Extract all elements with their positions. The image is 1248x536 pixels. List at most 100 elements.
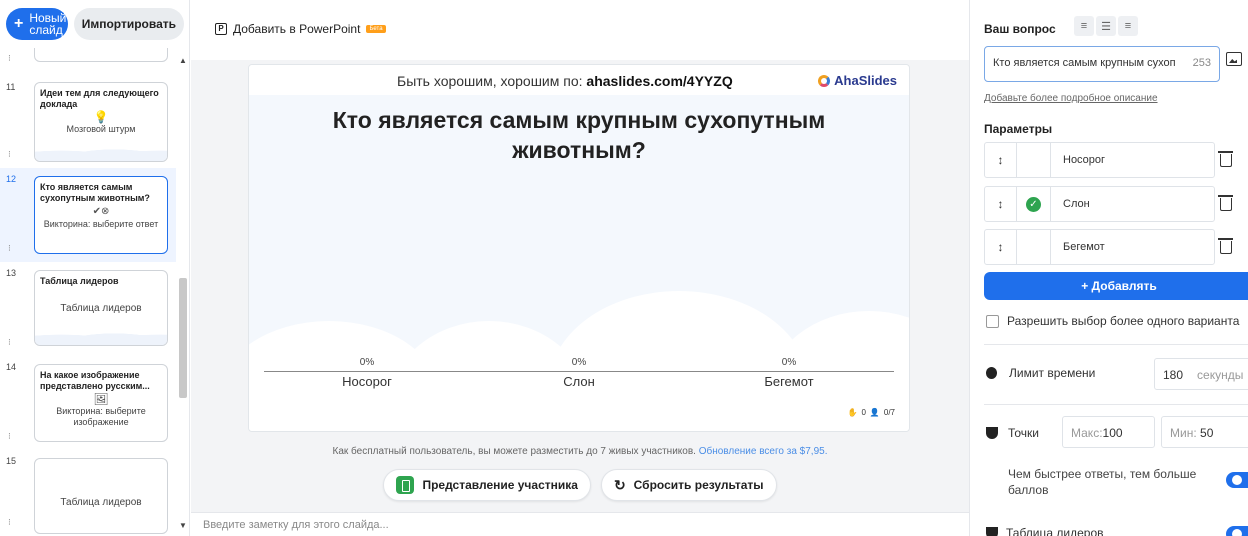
slide-thumb-13[interactable]: Таблица лидеров Таблица лидеров (34, 270, 168, 346)
max-label: Макс: (1071, 426, 1103, 440)
drag-handle-icon[interactable]: ⁝ (8, 337, 11, 348)
slide-thumb-12[interactable]: Кто является самым сухопутным животным? … (34, 176, 168, 254)
faster-answers-label: Чем быстрее ответы, тем больше баллов (1008, 467, 1197, 497)
chart-baseline (264, 371, 894, 372)
ahaslides-logo-icon (818, 74, 831, 87)
correct-toggle[interactable]: ✓ (1017, 187, 1051, 221)
drag-handle-icon[interactable]: ⁝ (8, 517, 11, 528)
bulb-icon: 💡 (93, 110, 109, 124)
parameters-heading: Параметры (984, 122, 1053, 136)
add-description-link[interactable]: Добавьте более подробное описание (984, 93, 1158, 104)
divider (984, 344, 1248, 345)
allow-multiple-option[interactable]: Разрешить выбор более одного варианта (986, 314, 1239, 328)
slide-row-13[interactable]: 13 Таблица лидеров Таблица лидеров ⁝ (0, 262, 176, 356)
add-to-powerpoint-button[interactable]: P Добавить в PowerPoint Бета (215, 22, 386, 36)
option-label: Носорог (342, 374, 392, 389)
allow-multiple-checkbox[interactable] (986, 314, 999, 328)
scroll-thumb[interactable] (179, 278, 187, 398)
time-limit-input[interactable]: 180 секунды (1154, 358, 1248, 390)
trash-icon[interactable] (1218, 238, 1233, 254)
min-value: 50 (1200, 426, 1214, 440)
ahaslides-logo: AhaSlides (818, 73, 897, 88)
join-url: ahaslides.com/4YYZQ (586, 73, 733, 89)
slide-list: ⁝ 11 Идеи тем для следующего доклада 💡 М… (0, 48, 176, 536)
add-ppt-label: Добавить в PowerPoint (233, 22, 361, 36)
drag-handle-icon[interactable]: ↕ (985, 143, 1017, 177)
your-question-label: Ваш вопрос (984, 22, 1056, 36)
trash-icon[interactable] (1218, 195, 1233, 211)
drag-handle-icon[interactable]: ⁝ (8, 53, 11, 64)
correct-toggle[interactable] (1017, 143, 1051, 177)
option-input[interactable]: Слон (1051, 187, 1214, 221)
free-user-note: Как бесплатный пользователь, вы можете р… (191, 446, 969, 457)
new-slide-button[interactable]: + Новый слайд (6, 8, 68, 40)
option-input[interactable]: Бегемот (1051, 230, 1214, 264)
slide-row-14[interactable]: 14 На какое изображение представлено рус… (0, 356, 176, 450)
slide-row-15[interactable]: 15 Таблица лидеров ⁝ (0, 450, 176, 536)
cloud-decoration (35, 143, 167, 161)
slide-preview[interactable]: Быть хорошим, хорошим по: ahaslides.com/… (248, 64, 910, 432)
slide-title: Кто является самым сухопутным животным? (40, 182, 150, 203)
reset-icon: ↻ (613, 476, 626, 493)
slide-thumb-15[interactable]: Таблица лидеров (34, 458, 168, 534)
char-count: 253 (1192, 57, 1211, 69)
slide-thumb-14[interactable]: На какое изображение представлено русски… (34, 364, 168, 442)
scroll-up-icon[interactable]: ▲ (179, 56, 187, 65)
slide-notes-input[interactable]: Введите заметку для этого слайда... (191, 512, 969, 536)
sidebar-scrollbar[interactable]: ▲ ▼ (177, 56, 187, 530)
reset-results-button[interactable]: ↻ Сбросить результаты (600, 469, 777, 501)
align-center-icon[interactable]: ☰ (1096, 16, 1116, 36)
option-percent: 0% (571, 357, 587, 368)
correct-toggle[interactable] (1017, 230, 1051, 264)
drag-handle-icon[interactable]: ⁝ (8, 149, 11, 160)
points-label: Точки (1008, 426, 1040, 440)
slide-title: Таблица лидеров (40, 276, 119, 286)
allow-multiple-label: Разрешить выбор более одного варианта (1007, 314, 1240, 328)
scroll-down-icon[interactable]: ▼ (179, 521, 187, 530)
slide-thumb-11[interactable]: Идеи тем для следующего доклада 💡 Мозгов… (34, 82, 168, 162)
upgrade-link[interactable]: Обновление всего за $7,95. (699, 446, 828, 457)
option-label: Бегемот (764, 374, 814, 389)
points-row: Точки (986, 426, 1039, 440)
trophy-icon (986, 527, 998, 536)
editor-main: P Добавить в PowerPoint Бета Быть хороши… (191, 0, 969, 536)
leaderboard-toggle[interactable] (1226, 526, 1248, 536)
option-percent: 0% (359, 357, 375, 368)
drag-handle-icon[interactable]: ⁝ (8, 431, 11, 442)
participant-view-button[interactable]: Представление участника (383, 469, 591, 501)
option-label: Слон (563, 374, 595, 389)
add-option-button[interactable]: + Добавлять (984, 272, 1248, 300)
participants-count: 0/7 (883, 408, 895, 417)
participant-view-label: Представление участника (422, 478, 578, 492)
slide-subtitle: Таблица лидеров (60, 497, 142, 508)
trash-icon[interactable] (1218, 151, 1233, 167)
slide-number: 15 (6, 456, 17, 466)
faster-answers-toggle[interactable] (1226, 472, 1248, 488)
divider (984, 404, 1248, 405)
slide-row-11[interactable]: 11 Идеи тем для следующего доклада 💡 Моз… (0, 76, 176, 168)
align-right-icon[interactable]: ≡ (1118, 16, 1138, 36)
quiz-check-icon: ✔︎⊗ (92, 206, 110, 217)
question-input[interactable]: Кто является самым крупным сухоп 253 (984, 46, 1220, 82)
drag-handle-icon[interactable]: ↕ (985, 230, 1017, 264)
max-points-input[interactable]: Макс:100 (1062, 416, 1155, 448)
slide-row-10[interactable]: ⁝ (0, 48, 176, 68)
import-button[interactable]: Импортировать (73, 8, 184, 40)
powerpoint-icon: P (215, 23, 227, 35)
option-row: ↕ Бегемот (984, 229, 1215, 265)
drag-handle-icon[interactable]: ↕ (985, 187, 1017, 221)
cloud-decoration (35, 327, 167, 345)
image-icon[interactable] (1226, 52, 1242, 66)
main-toolbar: P Добавить в PowerPoint Бета (191, 0, 969, 60)
slide-thumb-10[interactable] (34, 48, 168, 62)
slide-row-12[interactable]: 12 Кто является самым сухопутным животны… (0, 168, 176, 262)
plus-icon: + (14, 15, 24, 32)
align-left-icon[interactable]: ≡ (1074, 16, 1094, 36)
check-icon: ✓ (1026, 196, 1041, 212)
drag-handle-icon[interactable]: ⁝ (8, 243, 11, 254)
option-input[interactable]: Носорог (1051, 143, 1214, 177)
beta-badge: Бета (366, 25, 386, 33)
reaction-count: 0 (861, 408, 866, 417)
slide-subtitle: Мозговой штурм (66, 124, 136, 134)
min-points-input[interactable]: Мин: 50 (1161, 416, 1248, 448)
